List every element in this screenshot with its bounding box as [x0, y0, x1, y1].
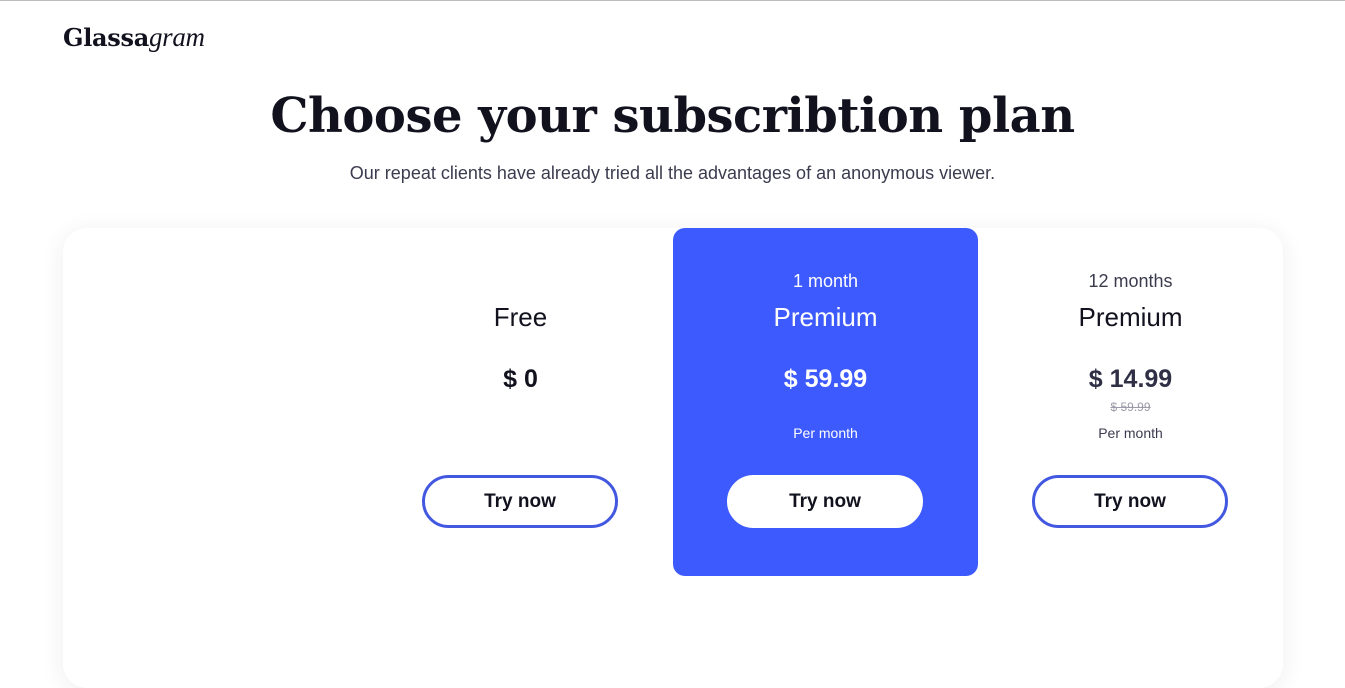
plan-per-label: Per month	[1098, 425, 1163, 441]
plan-period: 12 months	[1088, 271, 1173, 291]
plan-premium-12-months: 12 months Premium $ 14.99 $ 59.99 Per mo…	[978, 228, 1283, 576]
logo-italic-text: gram	[148, 22, 205, 52]
page-subtitle: Our repeat clients have already tried al…	[349, 163, 996, 183]
try-now-button-1-month[interactable]: Try now	[727, 475, 923, 528]
plan-free: Free $ 0 Try now	[368, 228, 673, 576]
plan-period: 1 month	[792, 271, 859, 291]
logo[interactable]: Glassagram	[63, 22, 205, 53]
plan-name: Free	[493, 302, 548, 332]
logo-bold-text: Glassa	[63, 23, 149, 52]
plan-name: Premium	[773, 302, 878, 332]
try-now-button-free[interactable]: Try now	[422, 475, 618, 528]
plan-price: $ 0	[503, 365, 538, 393]
plan-price: $ 59.99	[783, 365, 868, 393]
page-title: Choose your subscribtion plan	[270, 88, 1075, 144]
plan-name: Premium	[1078, 302, 1183, 332]
top-divider	[0, 0, 1345, 1]
plan-old-price: $ 59.99	[1110, 400, 1151, 414]
plan-per-label: Per month	[793, 425, 858, 441]
plan-premium-1-month: 1 month Premium $ 59.99 Per month Try no…	[673, 228, 978, 576]
try-now-button-12-months[interactable]: Try now	[1032, 475, 1228, 528]
plan-price: $ 14.99	[1088, 365, 1173, 393]
